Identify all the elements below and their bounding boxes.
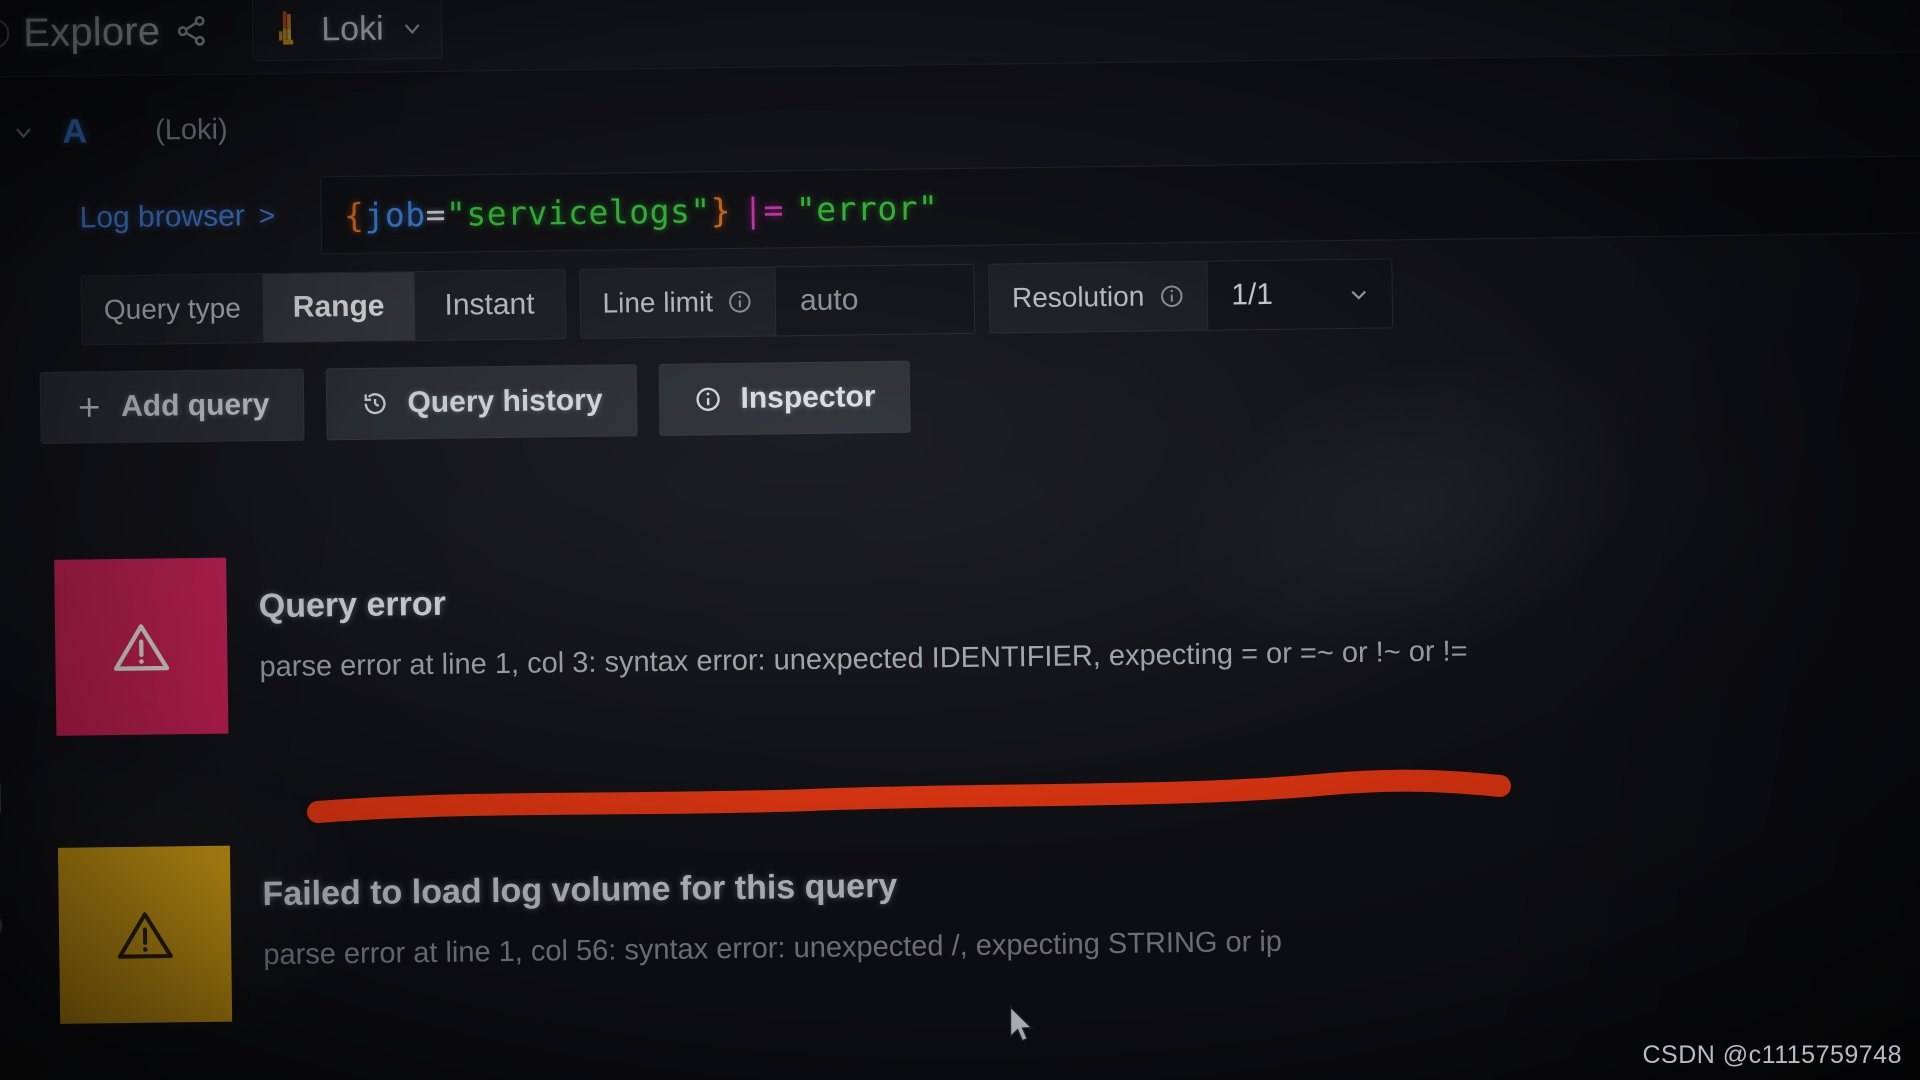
query-type-label: Query type [103,292,242,326]
query-token-operator: = [425,194,447,234]
query-type-range-button[interactable]: Range [262,272,415,343]
query-token-close-brace: } [710,190,732,230]
query-type-instant-button[interactable]: Instant [414,270,565,340]
share-icon[interactable] [174,14,208,48]
bookmark-icon [0,783,1,814]
info-icon[interactable] [727,289,753,315]
line-limit-input[interactable]: auto [774,264,975,336]
query-editor-area: A (Loki) Log browser > {job = "servicelogs… [0,75,1920,445]
error-alert-body: Query error parse error at line 1, col 3… [226,536,1898,734]
circle-icon [0,913,3,939]
resolution-group: Resolution 1/1 [988,258,1393,334]
page-title: Explore [22,8,161,55]
line-limit-label-text: Line limit [602,286,714,319]
warning-alert-body: Failed to load log volume for this query… [230,824,1902,1022]
resolution-label: Resolution [990,280,1207,315]
warning-triangle-icon [117,912,173,959]
line-limit-group: Line limit auto [579,263,976,339]
error-alert-title: Query error [258,584,447,626]
query-datasource-label: (Loki) [154,113,228,147]
query-expression-row: Log browser > {job = "servicelogs"} |= "erro… [0,155,1920,259]
chevron-down-icon [1350,290,1366,300]
query-options-row: Query type Range Instant Line limit auto [0,251,1920,347]
log-browser-arrow: > [258,199,276,232]
warning-alert-title: Failed to load log volume for this query [262,866,898,914]
watermark: CSDN @c1115759748 [1642,1041,1902,1069]
grafana-explore-screen: Explore Loki A (Loki) Log browser > {jo… [0,0,1920,1080]
alerts-container: Query error parse error at line 1, col 3… [0,535,1920,1024]
query-error-alert: Query error parse error at line 1, col 3… [54,536,1898,736]
query-token-filter-value: "error" [795,187,939,229]
log-volume-warning-alert: Failed to load log volume for this query… [57,824,1902,1024]
query-history-label: Query history [407,383,603,420]
history-icon [364,393,386,415]
error-alert-message: parse error at line 1, col 3: syntax err… [259,635,1468,684]
log-browser-label: Log browser [79,199,245,235]
query-type-group: Query type Range Instant [80,269,567,346]
line-limit-label: Line limit [580,285,775,320]
log-browser-toggle[interactable]: Log browser > [79,199,275,236]
info-icon [696,387,721,411]
top-bar: Explore Loki [0,0,1920,78]
query-actions-row: Add query Query history Inspector [0,347,1920,445]
query-token-label: job [364,194,426,235]
add-query-label: Add query [120,388,270,423]
query-token-line-filter: |= [742,189,785,230]
photo-of-screen: Explore Loki A (Loki) Log browser > {jo… [0,0,1920,1080]
info-icon[interactable] [1158,283,1184,309]
resolution-value: 1/1 [1231,277,1274,312]
query-token-open-brace: { [343,195,365,235]
query-expression-input[interactable]: {job = "servicelogs"} |= "error" [320,155,1920,255]
add-query-button[interactable]: Add query [39,368,305,445]
warning-triangle-icon [113,624,170,671]
datasource-picker[interactable]: Loki [251,0,444,62]
query-row-header: A (Loki) [0,75,1920,165]
mouse-pointer [1009,1005,1034,1042]
line-limit-placeholder: auto [799,283,859,318]
query-history-button[interactable]: Query history [326,364,638,441]
loki-logo-icon [278,11,294,45]
error-icon-box [54,557,229,736]
warning-icon-box [57,845,233,1024]
datasource-name: Loki [320,9,384,48]
warning-alert-message: parse error at line 1, col 56: syntax er… [263,925,1283,972]
resolution-label-text: Resolution [1011,280,1145,314]
resolution-select[interactable]: 1/1 [1205,259,1392,330]
query-ref-id: A [62,111,88,151]
plus-icon [79,398,99,417]
query-token-label-value: "servicelogs" [445,190,711,234]
inspector-label: Inspector [740,380,876,415]
chevron-down-icon[interactable] [399,15,425,41]
inspector-button[interactable]: Inspector [659,360,912,436]
